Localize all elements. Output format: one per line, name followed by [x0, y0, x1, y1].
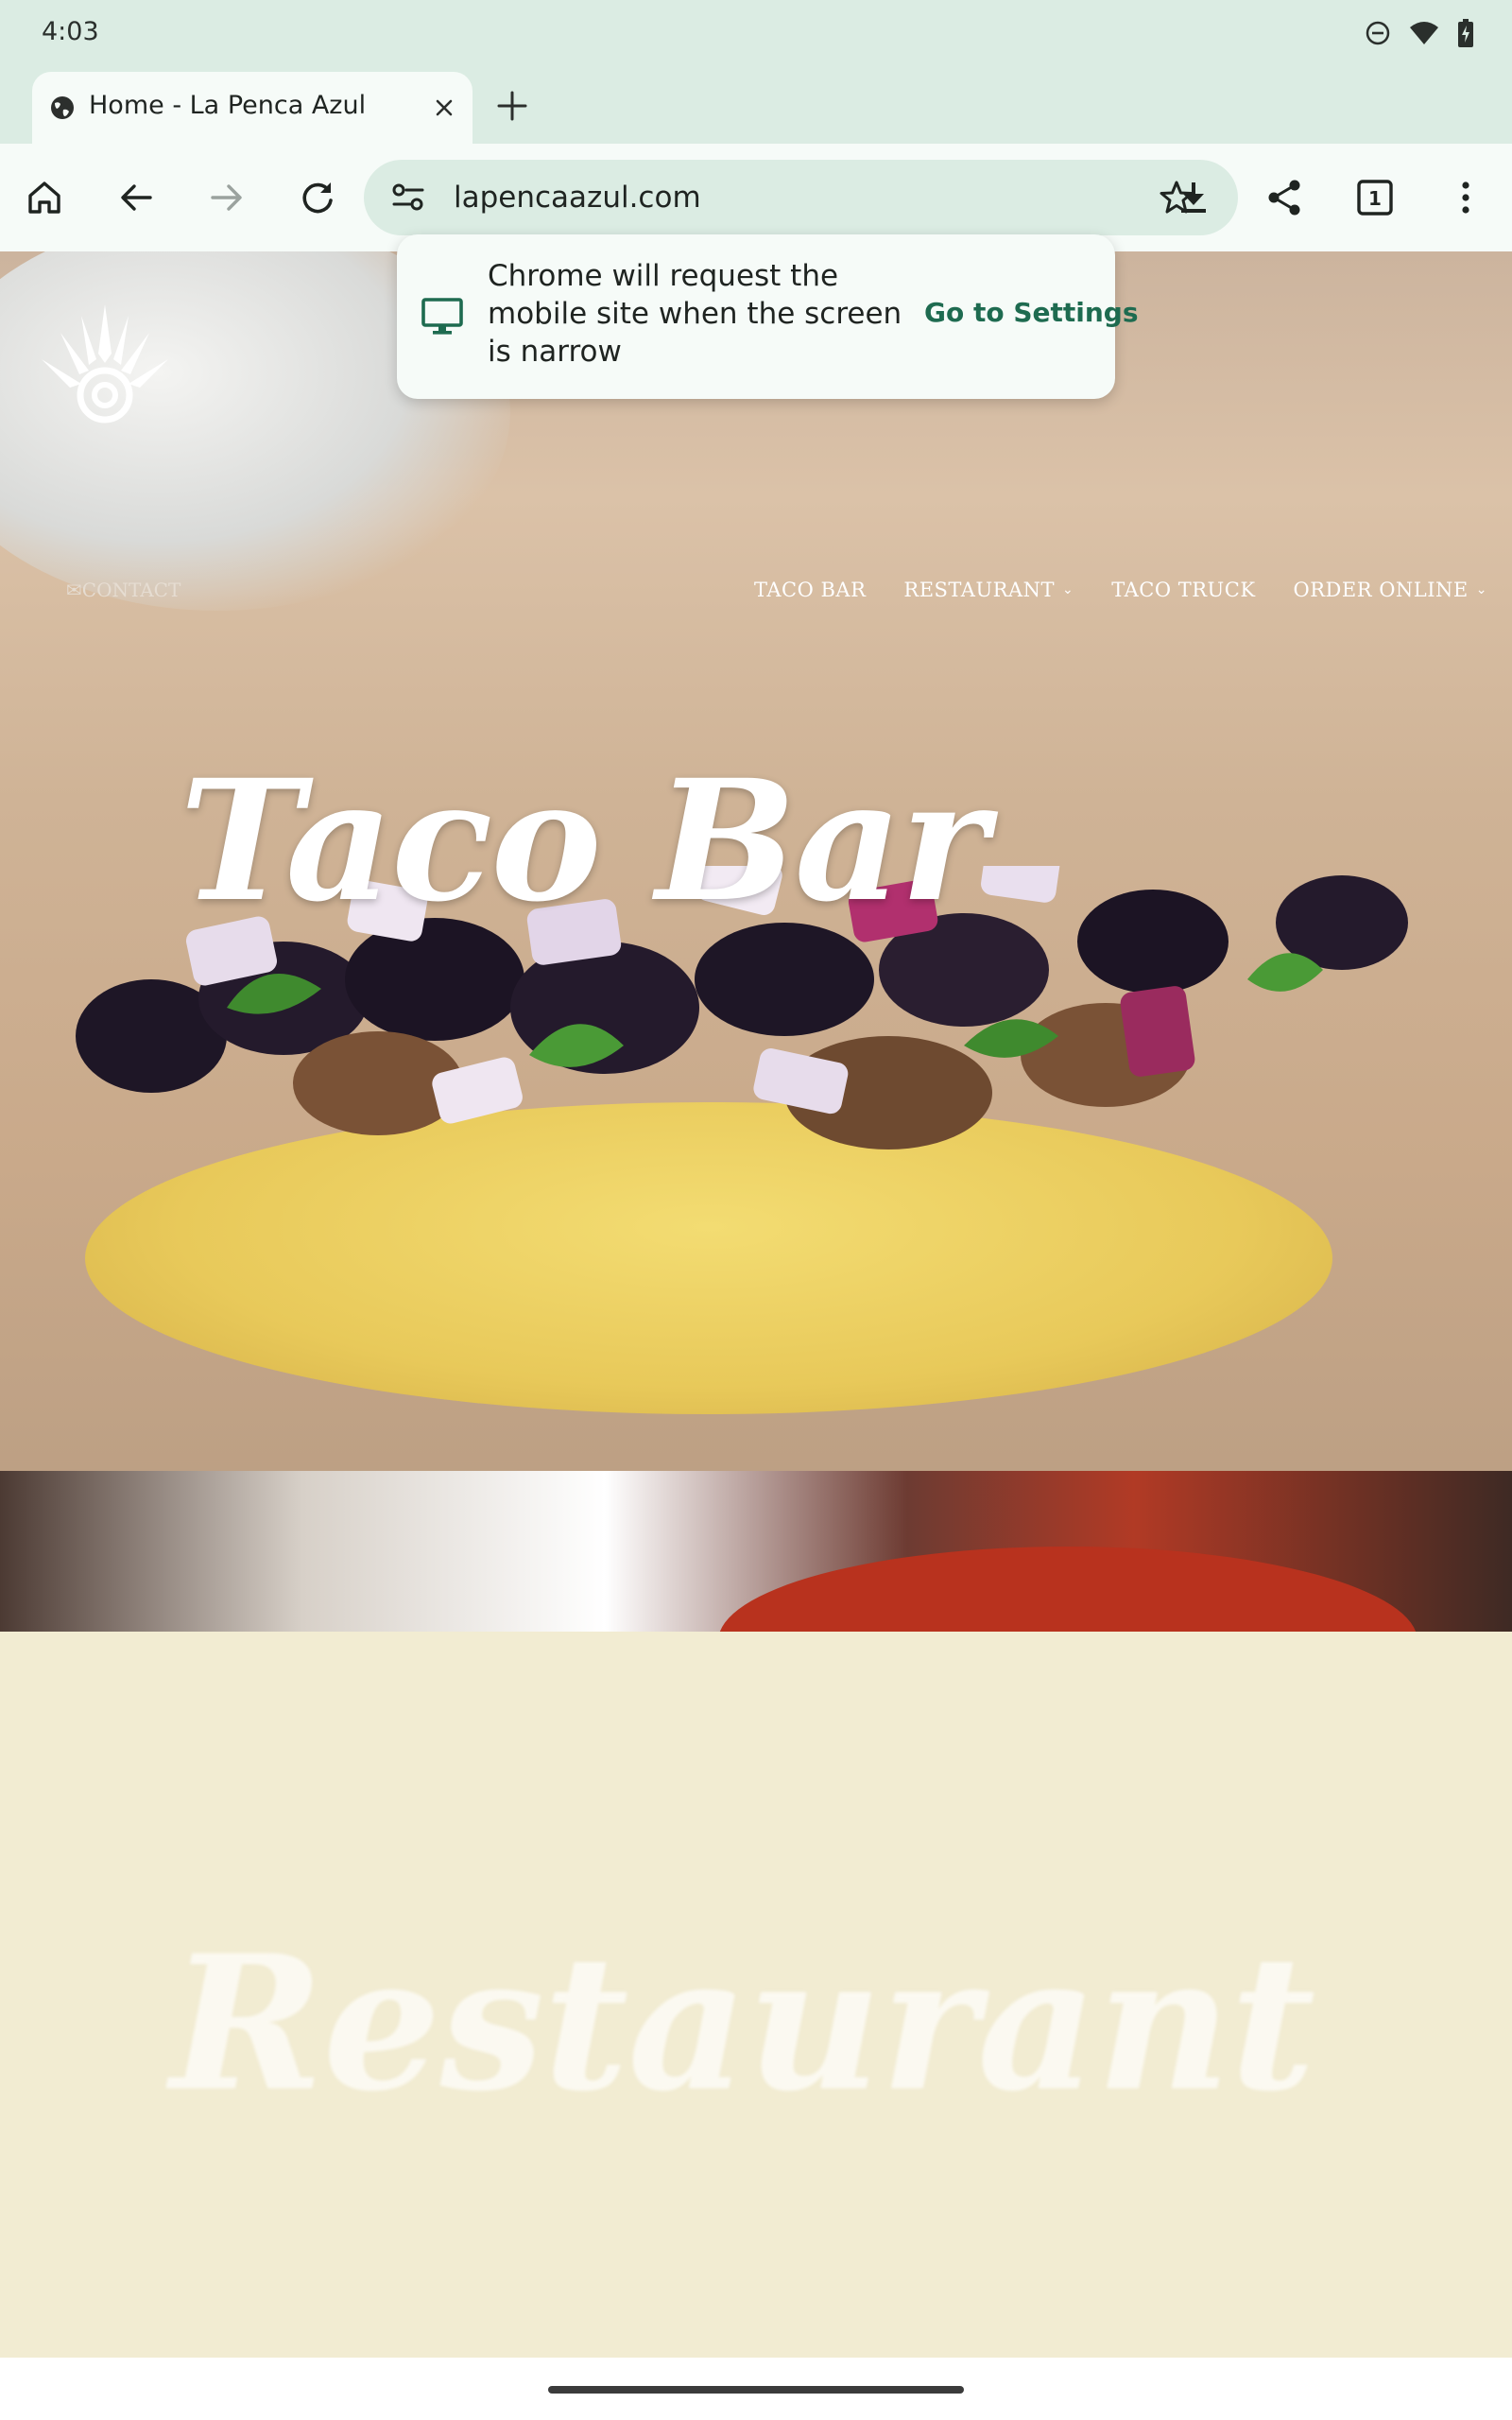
web-content: ✉CONTACT TACO BAR RESTAURANT ⌄ TACO TRUC… [0, 251, 1512, 2358]
wifi-icon [1410, 22, 1438, 44]
globe-icon [51, 96, 74, 119]
tab-count: 1 [1368, 187, 1382, 210]
tab-title: Home - La Penca Azul [89, 91, 367, 120]
forward-button[interactable] [200, 171, 253, 224]
home-button[interactable] [18, 171, 71, 224]
url-text: lapencaazul.com [454, 181, 701, 215]
forward-icon [211, 184, 242, 211]
tab-switcher-icon: 1 [1357, 180, 1393, 216]
mail-icon: ✉ [66, 579, 82, 601]
site-nav: TACO BAR RESTAURANT ⌄ TACO TRUCK ORDER O… [754, 579, 1487, 601]
menu-icon [1462, 182, 1469, 214]
omnibox[interactable]: lapencaazul.com [364, 160, 1238, 235]
hero-title: Taco Bar [180, 743, 988, 939]
battery-icon [1458, 19, 1473, 47]
back-icon [121, 184, 152, 211]
hero-taco-image [76, 866, 1408, 1150]
share-button[interactable] [1258, 171, 1311, 224]
status-bar: 4:03 [0, 0, 1512, 68]
gesture-handle[interactable] [548, 2386, 964, 2394]
restaurant-section: Restaurant [0, 1632, 1512, 2358]
reload-icon [302, 182, 333, 214]
nav-item-order-online[interactable]: ORDER ONLINE ⌄ [1294, 579, 1487, 601]
restaurant-title: Restaurant [170, 1915, 1315, 2133]
chevron-down-icon: ⌄ [1062, 582, 1074, 597]
new-tab-icon[interactable] [491, 85, 533, 127]
desktop-monitor-icon [421, 298, 463, 335]
reload-button[interactable] [291, 171, 344, 224]
menu-button[interactable] [1439, 171, 1492, 224]
hero-section: ✉CONTACT TACO BAR RESTAURANT ⌄ TACO TRUC… [0, 251, 1512, 1471]
navigation-gesture-area [0, 2358, 1512, 2420]
do-not-disturb-icon [1366, 21, 1390, 45]
nav-item-taco-truck[interactable]: TACO TRUCK [1111, 579, 1255, 601]
nav-item-restaurant[interactable]: RESTAURANT ⌄ [903, 579, 1074, 601]
nav-contact-link[interactable]: ✉CONTACT [66, 579, 180, 601]
download-icon [1181, 182, 1206, 213]
tab-strip: Home - La Penca Azul [0, 68, 1512, 144]
download-button[interactable] [1167, 171, 1220, 224]
home-icon [28, 182, 60, 214]
close-icon[interactable] [429, 93, 459, 123]
back-button[interactable] [110, 171, 163, 224]
site-logo[interactable] [34, 297, 176, 429]
go-to-settings-button[interactable]: Go to Settings [924, 297, 1139, 328]
chevron-down-icon: ⌄ [1475, 582, 1487, 597]
status-icons [1365, 19, 1474, 47]
share-icon [1268, 180, 1300, 216]
status-time: 4:03 [42, 17, 99, 46]
site-settings-icon[interactable] [390, 181, 426, 215]
tab-active[interactable]: Home - La Penca Azul [32, 72, 472, 144]
nav-item-taco-bar[interactable]: TACO BAR [754, 579, 866, 601]
popup-message: Chrome will request the mobile site when… [488, 259, 902, 369]
desktop-site-popup: Chrome will request the mobile site when… [397, 234, 1139, 399]
tab-switcher-button[interactable]: 1 [1349, 171, 1401, 224]
section-image-band [0, 1471, 1512, 1736]
